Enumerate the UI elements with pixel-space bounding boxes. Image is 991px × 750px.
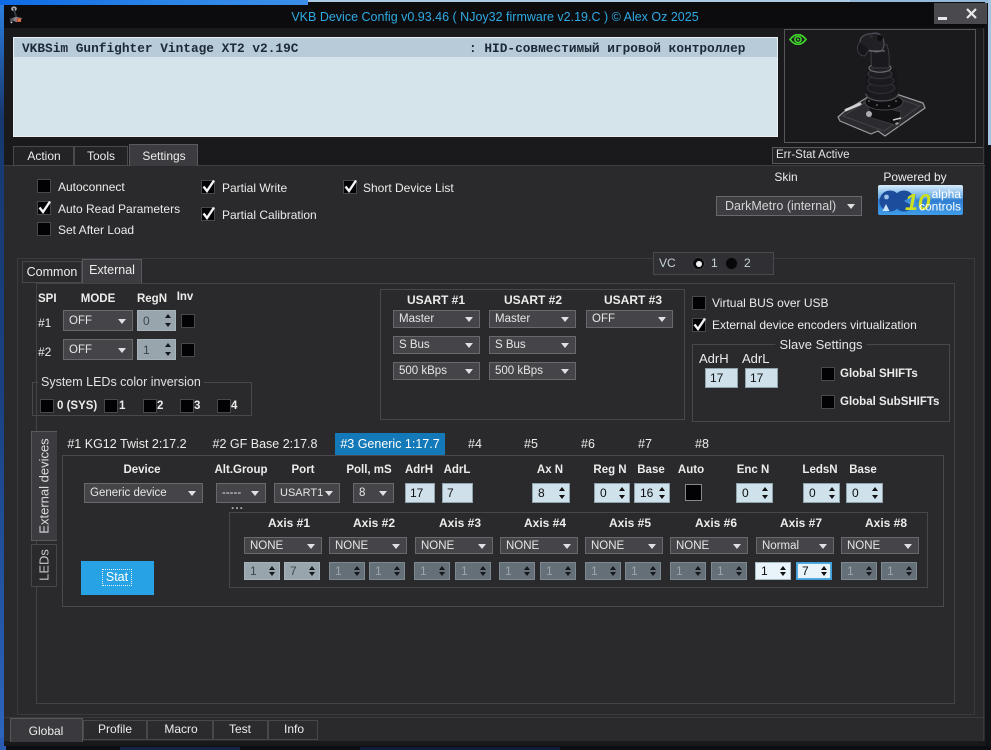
svg-text:controls: controls: [919, 200, 961, 214]
